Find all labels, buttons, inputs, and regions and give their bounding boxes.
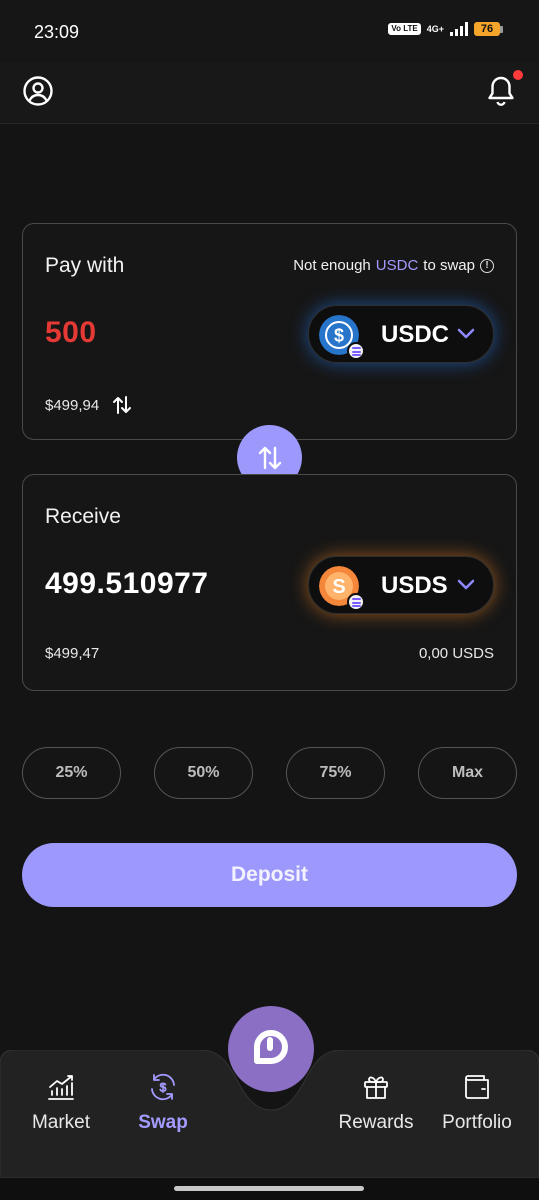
pay-fiat-value: $499,94 bbox=[45, 396, 100, 414]
receive-card: Receive 499.510977 S USDS $499,47 0,00 U… bbox=[22, 474, 517, 691]
volte-badge: Vo LTE bbox=[388, 23, 421, 35]
status-bar: 23:09 Vo LTE 4G+ 76 bbox=[0, 0, 539, 62]
solana-chain-icon bbox=[347, 593, 365, 611]
pay-card: Pay with Not enough USDC to swap ! 500 $… bbox=[22, 223, 517, 440]
swap-arrows-icon bbox=[258, 446, 281, 469]
receive-title: Receive bbox=[45, 505, 121, 528]
swap-icon: $ bbox=[151, 1073, 175, 1101]
pay-amount-input[interactable]: 500 bbox=[45, 316, 97, 350]
receive-fiat-value: $499,47 bbox=[45, 645, 100, 662]
warning-token: USDC bbox=[375, 257, 419, 274]
nav-market-label: Market bbox=[31, 1112, 91, 1133]
insufficient-balance-warning: Not enough USDC to swap ! bbox=[293, 257, 494, 274]
nav-rewards-label: Rewards bbox=[338, 1112, 414, 1133]
chart-icon bbox=[48, 1075, 74, 1100]
nav-swap-label: Swap bbox=[138, 1112, 188, 1133]
solana-chain-icon bbox=[347, 342, 365, 360]
warning-prefix: Not enough bbox=[293, 257, 371, 274]
svg-text:$: $ bbox=[334, 326, 344, 346]
status-icons: Vo LTE 4G+ 76 bbox=[388, 22, 503, 36]
network-type: 4G+ bbox=[426, 23, 444, 34]
nav-swap[interactable]: $ Swap bbox=[118, 1072, 208, 1134]
toggle-currency-icon[interactable] bbox=[111, 394, 133, 416]
app-logo-icon bbox=[254, 1030, 288, 1064]
percent-25-button[interactable]: 25% bbox=[22, 747, 121, 799]
warning-suffix: to swap bbox=[423, 257, 475, 274]
nav-rewards[interactable]: Rewards bbox=[331, 1072, 421, 1134]
pay-fiat-row: $499,94 bbox=[45, 394, 133, 416]
center-app-button[interactable] bbox=[228, 1006, 314, 1092]
nav-market[interactable]: Market bbox=[16, 1072, 106, 1134]
percent-75-button[interactable]: 75% bbox=[286, 747, 385, 799]
gift-icon bbox=[364, 1076, 388, 1099]
status-time: 23:09 bbox=[34, 22, 80, 42]
battery-level: 76 bbox=[474, 22, 500, 36]
wallet-icon bbox=[465, 1075, 489, 1099]
receive-token-name: USDS bbox=[381, 572, 448, 599]
svg-text:$: $ bbox=[160, 1081, 167, 1095]
nav-portfolio[interactable]: Portfolio bbox=[432, 1072, 522, 1134]
app-header bbox=[0, 62, 539, 124]
nav-portfolio-label: Portfolio bbox=[442, 1112, 512, 1133]
pay-token-name: USDC bbox=[381, 321, 450, 348]
chevron-down-icon bbox=[457, 328, 475, 339]
svg-text:S: S bbox=[332, 576, 345, 598]
signal-icon bbox=[450, 22, 468, 36]
receive-balance: 0,00 USDS bbox=[418, 645, 494, 662]
user-circle-icon[interactable] bbox=[22, 75, 54, 107]
pay-title: Pay with bbox=[45, 254, 125, 277]
home-indicator[interactable] bbox=[174, 1186, 364, 1191]
receive-amount: 499.510977 bbox=[45, 567, 209, 600]
percent-50-button[interactable]: 50% bbox=[154, 747, 253, 799]
chevron-down-icon bbox=[457, 579, 475, 590]
notification-dot bbox=[513, 70, 523, 80]
battery-icon: 76 bbox=[474, 22, 503, 36]
pay-token-selector[interactable]: $ USDC bbox=[308, 305, 494, 363]
bell-icon[interactable] bbox=[485, 74, 517, 108]
max-button[interactable]: Max bbox=[418, 747, 517, 799]
receive-token-selector[interactable]: S USDS bbox=[308, 556, 494, 614]
deposit-button[interactable]: Deposit bbox=[22, 843, 517, 907]
info-icon[interactable]: ! bbox=[480, 258, 494, 273]
